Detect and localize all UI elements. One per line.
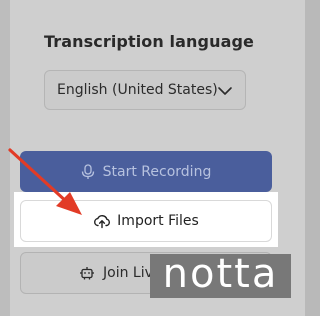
microphone-icon xyxy=(81,163,94,179)
start-recording-label: Start Recording xyxy=(102,163,212,180)
cloud-upload-icon xyxy=(94,215,111,229)
import-files-button[interactable]: Import Files xyxy=(20,200,272,242)
overlay-margin xyxy=(0,0,10,316)
chevron-down-icon xyxy=(218,87,232,95)
start-recording-button[interactable]: Start Recording xyxy=(20,151,272,192)
robot-icon xyxy=(80,267,94,280)
watermark-text: notta xyxy=(162,251,279,297)
watermark: notta xyxy=(150,254,291,298)
language-select[interactable]: English (United States) xyxy=(44,70,246,110)
transcription-language-title: Transcription language xyxy=(44,32,254,51)
import-files-label: Import Files xyxy=(117,213,199,229)
language-select-value: English (United States) xyxy=(57,82,218,98)
